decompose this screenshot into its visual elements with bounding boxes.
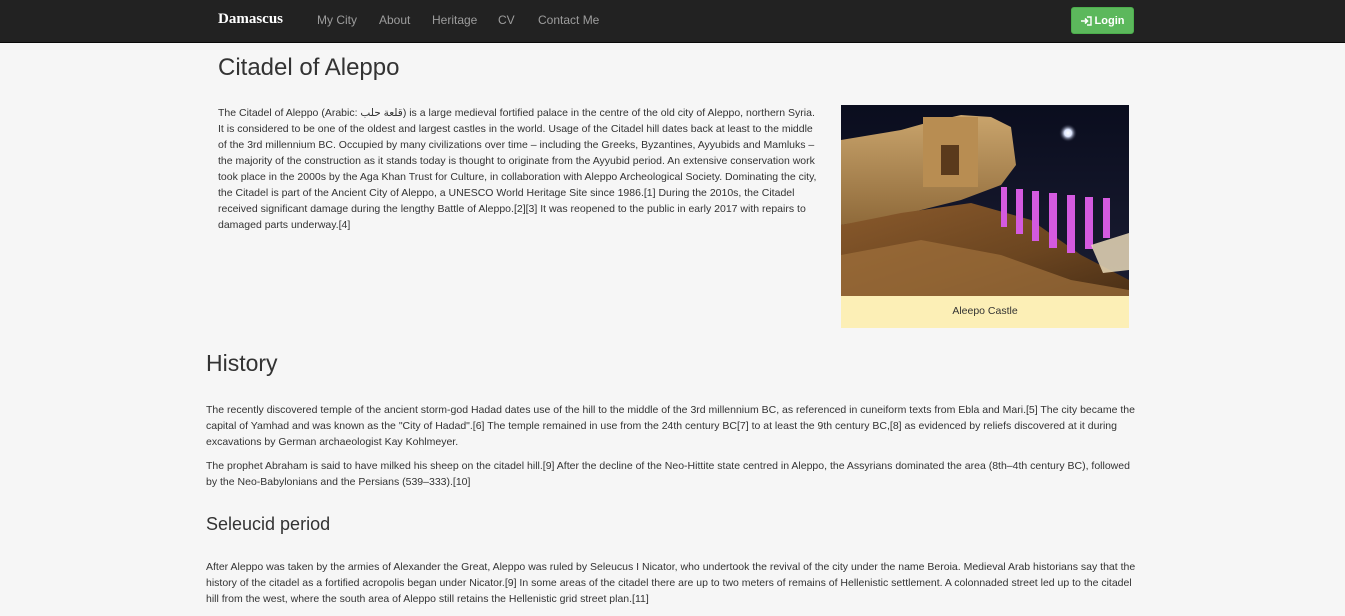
- nav-link-heritage[interactable]: Heritage: [432, 13, 477, 27]
- nav-link-contact-me[interactable]: Contact Me: [538, 13, 599, 27]
- nav-link-cv[interactable]: CV: [498, 13, 515, 27]
- login-icon: [1080, 15, 1092, 26]
- intro-paragraph: The Citadel of Aleppo (Arabic: قلعة حلب)…: [218, 107, 817, 231]
- login-button[interactable]: Login: [1071, 7, 1134, 34]
- nav-link-my-city[interactable]: My City: [317, 13, 357, 27]
- brand-link[interactable]: Damascus: [218, 11, 283, 28]
- aleppo-castle-photo: [841, 105, 1129, 296]
- nav-link-about[interactable]: About: [379, 13, 410, 27]
- page-title: Citadel of Aleppo: [218, 54, 400, 81]
- history-heading: History: [206, 350, 278, 376]
- history-paragraph-2: The prophet Abraham is said to have milk…: [206, 460, 1130, 488]
- login-label: Login: [1094, 14, 1125, 27]
- seleucid-heading: Seleucid period: [206, 514, 331, 534]
- seleucid-paragraph-1: After Aleppo was taken by the armies of …: [206, 561, 1136, 605]
- history-paragraph-1: The recently discovered temple of the an…: [206, 404, 1135, 448]
- navbar: Damascus My City About Heritage CV Conta…: [0, 0, 1345, 43]
- figure-caption: Aleepo Castle: [952, 305, 1018, 317]
- castle-figure: Aleepo Castle: [841, 105, 1129, 328]
